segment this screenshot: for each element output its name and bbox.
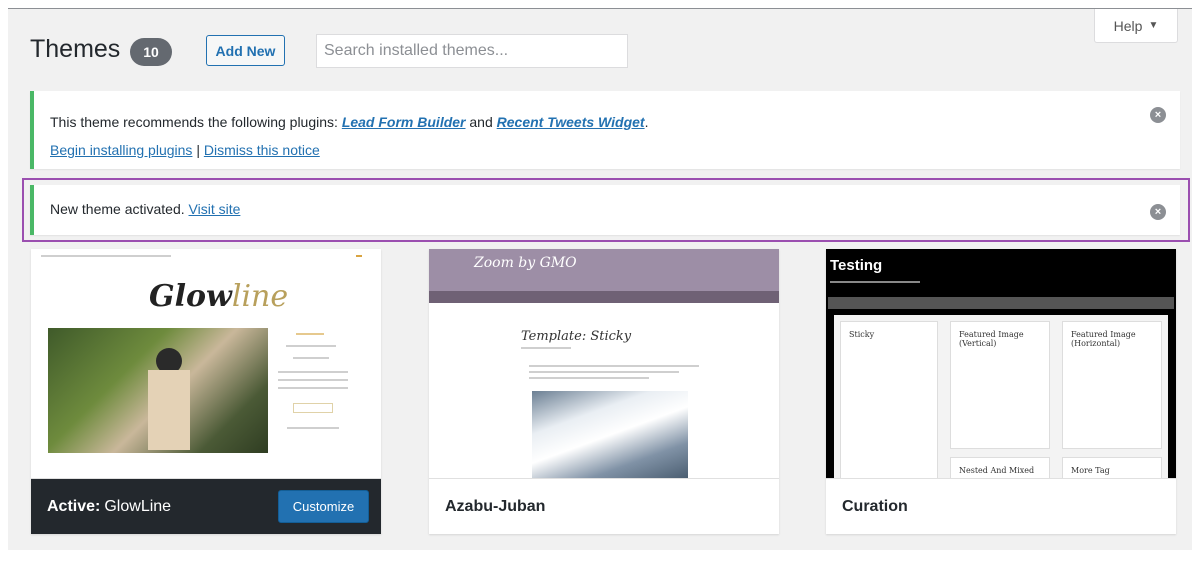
theme-screenshot: Glowline xyxy=(31,249,381,479)
zoom-header-text: Zoom by GMO xyxy=(474,255,577,271)
lead-form-builder-link[interactable]: Lead Form Builder xyxy=(342,114,466,130)
theme-name: Curation xyxy=(842,497,908,515)
card-title: Featured Image (Vertical) xyxy=(959,330,1024,348)
plugin-notice-intro: This theme recommends the following plug… xyxy=(50,114,342,130)
site-title: Testing xyxy=(830,257,883,274)
plugin-notice-text: This theme recommends the following plug… xyxy=(50,114,648,130)
theme-card-azabu-juban[interactable]: Zoom by GMO Template: Sticky Azabu-Juban xyxy=(429,249,779,534)
search-themes-input[interactable] xyxy=(316,34,628,68)
theme-name-bar: Curation xyxy=(826,479,1176,534)
glowline-logo: Glowline xyxy=(149,279,289,314)
help-tab[interactable]: Help ▼ xyxy=(1094,9,1178,43)
post-card: Featured Image (Vertical) xyxy=(950,321,1050,449)
theme-name: Azabu-Juban xyxy=(445,497,546,515)
add-new-button[interactable]: Add New xyxy=(206,35,285,66)
plugin-recommendation-notice: This theme recommends the following plug… xyxy=(30,91,1180,169)
card-title: More Tag xyxy=(1071,466,1110,475)
recent-tweets-widget-link[interactable]: Recent Tweets Widget xyxy=(497,114,645,130)
customize-button[interactable]: Customize xyxy=(278,490,369,523)
theme-name-bar: Active: GlowLine Customize xyxy=(31,479,381,534)
hero-photo xyxy=(48,328,268,453)
theme-card-glowline[interactable]: Glowline Active: GlowLine Customize xyxy=(31,249,381,534)
page-title: Themes xyxy=(30,35,121,63)
zoom-header: Zoom by GMO xyxy=(429,249,779,291)
post-card: Nested And Mixed xyxy=(950,457,1050,478)
dismiss-icon[interactable]: × xyxy=(1150,107,1166,123)
begin-installing-link[interactable]: Begin installing plugins xyxy=(50,142,192,158)
help-label: Help xyxy=(1113,17,1143,34)
fan-photo xyxy=(532,391,688,478)
dismiss-notice-link[interactable]: Dismiss this notice xyxy=(204,142,320,158)
post-card: Featured Image (Horizontal) xyxy=(1062,321,1162,449)
post-card: Sticky xyxy=(840,321,938,478)
caret-down-icon: ▼ xyxy=(1148,20,1159,31)
theme-screenshot: Zoom by GMO Template: Sticky xyxy=(429,249,779,479)
theme-card-curation[interactable]: Testing Sticky Featured Image (Vertical)… xyxy=(826,249,1176,534)
actions-separator: | xyxy=(192,142,204,158)
plugin-notice-actions: Begin installing plugins | Dismiss this … xyxy=(50,142,320,158)
theme-screenshot: Testing Sticky Featured Image (Vertical)… xyxy=(826,249,1176,479)
sticky-post-title: Template: Sticky xyxy=(521,329,632,344)
theme-count-badge: 10 xyxy=(130,38,172,66)
card-title: Nested And Mixed xyxy=(959,466,1035,475)
plugin-notice-period: . xyxy=(644,114,649,130)
active-label: Active: xyxy=(47,497,101,515)
card-title: Sticky xyxy=(849,330,875,339)
theme-name-bar: Azabu-Juban xyxy=(429,479,779,534)
post-card: More Tag xyxy=(1062,457,1162,478)
notice-highlight-frame xyxy=(22,178,1190,242)
theme-name: GlowLine xyxy=(104,497,172,515)
themes-page: Help ▼ Themes 10 Add New This theme reco… xyxy=(8,8,1192,550)
card-title: Featured Image (Horizontal) xyxy=(1071,330,1136,348)
plugin-notice-and: and xyxy=(465,114,497,130)
